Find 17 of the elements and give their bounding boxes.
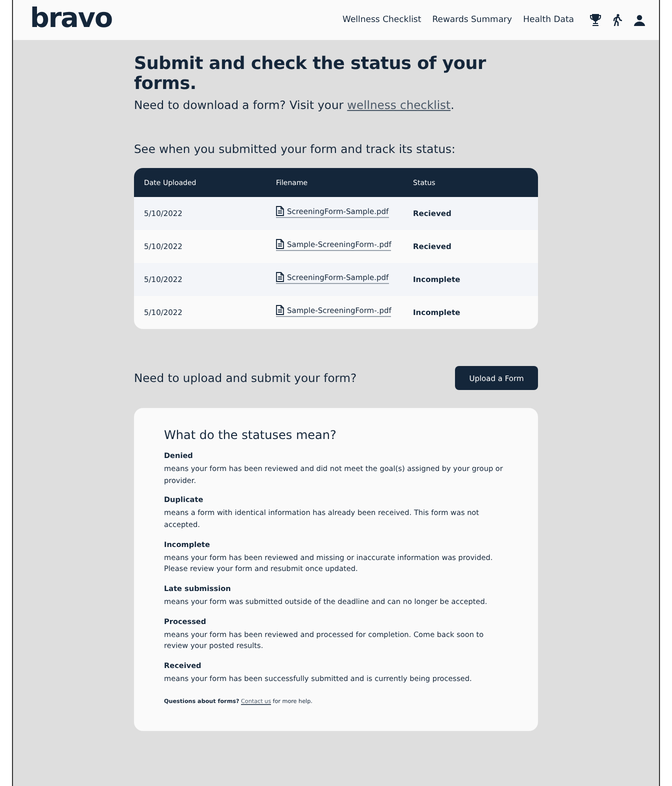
page-title: Submit and check the status of your forms. [134, 54, 487, 94]
table-caption: See when you submitted your form and track its status: [134, 142, 456, 156]
trophy-icon[interactable] [590, 14, 601, 26]
logo[interactable]: bravo [30, 2, 112, 34]
user-icon[interactable] [634, 14, 645, 26]
nav-link[interactable]: Wellness Checklist [342, 15, 422, 25]
walking-person-icon[interactable] [613, 14, 622, 26]
wellness-checklist-link[interactable]: wellness checklist [347, 98, 451, 112]
upload-prompt: Need to upload and submit your form? [134, 371, 357, 385]
nav-link[interactable]: Rewards Summary [432, 15, 512, 25]
document-icon [276, 272, 284, 282]
nav-link[interactable]: Health Data [523, 15, 574, 25]
document-icon [276, 305, 284, 315]
download-hint: Need to download a form? Visit your wellness checklist. [134, 98, 456, 112]
document-icon [276, 206, 284, 216]
card-title: What do the statuses mean? [164, 428, 338, 442]
document-icon [276, 239, 284, 249]
